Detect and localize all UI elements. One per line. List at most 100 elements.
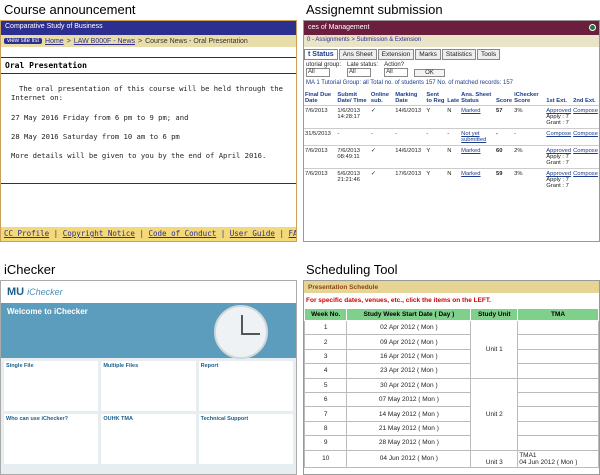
cell-late: N [446, 105, 461, 129]
table-row[interactable]: 9 28 May 2012 ( Mon ) [304, 435, 599, 451]
cell-week: 6 [304, 391, 348, 408]
table-row: 7/6/2013 1/6/2013 14:28:17 ✓ 14/6/2013 Y N Mar… [304, 105, 599, 129]
second-ext-link[interactable]: Compose [573, 148, 598, 154]
box-single-file[interactable]: Single File [4, 361, 99, 411]
footer-link-faqs[interactable]: FAQs [288, 229, 296, 238]
cell-start-date: 23 Apr 2012 ( Mon ) [346, 363, 472, 379]
table-row[interactable]: 5 30 Apr 2012 ( Mon ) Unit 2 [304, 377, 599, 451]
table-row: 7/6/2013 5/6/2013 21:21:46 ✓ 17/6/2013 Y N Mar… [304, 168, 599, 191]
table-row[interactable]: 3 16 Apr 2012 ( Mon ) [304, 348, 599, 365]
box-report[interactable]: Report [198, 361, 293, 411]
cell-ichecker-score: - [513, 128, 546, 146]
tutorial-group-select[interactable]: All [306, 68, 330, 77]
column-header: Study Unit [470, 308, 519, 321]
status-link[interactable]: Marked [461, 171, 480, 177]
column-header: Sent to Reg [426, 92, 445, 104]
box-who-can-use[interactable]: Who can use iChecker? [4, 414, 99, 464]
ichecker-logo-text: iChecker [27, 287, 63, 297]
second-ext-link[interactable]: Compose [573, 131, 598, 137]
table-row: 7/6/2013 7/6/2013 08:49:11 ✓ 14/6/2013 Y N Mar… [304, 145, 599, 169]
table-row[interactable]: 6 07 May 2012 ( Mon ) [304, 391, 599, 408]
cell-first-ext: Approved Apply : 7 Grant : 7 [545, 145, 573, 169]
cell-online-sub-icon: ✓ [369, 145, 395, 169]
section-title: Oral Presentation [1, 57, 296, 74]
tab-ans-sheet[interactable]: Ans Sheet [338, 49, 377, 60]
nav-news-link[interactable]: LAW B000F - News [74, 38, 135, 45]
cell-late: N [446, 168, 461, 191]
cell-sent-to-reg: Y [425, 168, 447, 191]
tab-tools[interactable]: Tools [476, 49, 501, 60]
column-header: Online sub. [370, 92, 389, 104]
cell-study-unit[interactable]: Unit 3 [470, 449, 519, 468]
status-link[interactable]: Marked [461, 148, 480, 154]
box-ouhk-tma[interactable]: OUHK TMA [101, 414, 196, 464]
tab-extension[interactable]: Extension [377, 49, 415, 60]
status-link[interactable]: Marked [461, 108, 480, 114]
cell-score: 60 [495, 145, 514, 169]
table-row[interactable]: 4 23 Apr 2012 ( Mon ) [304, 363, 599, 379]
footer-link-conduct[interactable]: Code of Conduct [149, 229, 217, 238]
second-ext-link[interactable]: Compose [573, 171, 598, 177]
paragraph-3: 28 May 2016 Saturday from 10 am to 6 pm [11, 132, 180, 142]
cell-status: Marked [460, 105, 496, 129]
tab-marks[interactable]: Marks [415, 49, 441, 60]
cell-tma: TMA1 04 Jun 2012 ( Mon ) [517, 449, 599, 468]
ichecker-header: MU iChecker [1, 281, 296, 303]
footer-link-cc-profile[interactable]: CC Profile [4, 229, 49, 238]
cell-first-ext: Approved Apply : 7 Grant : 7 [545, 168, 573, 191]
cell-score: - [495, 128, 514, 146]
nav-current: Course News - Oral Presentation [145, 37, 248, 45]
tab-statistics[interactable]: Statistics [441, 49, 476, 60]
cell-tma [517, 377, 599, 393]
scheduling-tool-title: Scheduling Tool [306, 262, 398, 277]
cell-start-date: 04 Jun 2012 ( Mon ) [346, 449, 472, 468]
cell-week: 2 [304, 334, 348, 350]
column-header: TMA [517, 308, 599, 321]
late-status-select[interactable]: All [347, 68, 372, 77]
ok-button[interactable]: OK [414, 69, 445, 77]
box-multiple-files[interactable]: Multiple Files [101, 361, 196, 411]
cell-status: Not yet submitted [460, 128, 496, 146]
cell-study-unit[interactable]: Unit 1 [470, 320, 519, 379]
second-ext-link[interactable]: Compose [573, 108, 598, 114]
table-row[interactable]: 2 09 Apr 2012 ( Mon ) [304, 334, 599, 350]
cell-study-unit[interactable]: Unit 2 [470, 377, 519, 451]
cell-submit-time: 1/6/2013 14:28:17 [336, 105, 370, 129]
cell-start-date: 21 May 2012 ( Mon ) [346, 420, 472, 437]
cell-week: 1 [304, 319, 348, 336]
status-link[interactable]: Not yet submitted [461, 131, 486, 143]
cell-week: 3 [304, 348, 348, 365]
assign-header: ces of Management [304, 21, 599, 35]
cell-week: 9 [304, 435, 348, 451]
column-header: Late [447, 98, 460, 104]
nav-home-link[interactable]: Home [45, 38, 64, 45]
cell-due-date: 7/6/2013 [304, 168, 337, 191]
tab-status[interactable]: t Status [304, 49, 338, 60]
box-technical-support[interactable]: Technical Support [198, 414, 293, 464]
table-row[interactable]: 1 02 Apr 2012 ( Mon ) Unit 1 [304, 319, 599, 379]
assign-breadcrumb[interactable]: 0 - Assignments > Submission & Extension [304, 35, 599, 47]
view-site-list-button[interactable]: view site list [4, 38, 43, 44]
assign-header-text: ces of Management [308, 24, 370, 31]
schedule-header: Presentation Schedule [304, 281, 599, 293]
column-header: Study Week Start Date ( Day ) [346, 308, 472, 321]
table-row: 31/5/2013- - - - - Not yet submitted - - Compose… [304, 128, 599, 146]
cell-start-date: 16 Apr 2012 ( Mon ) [346, 348, 472, 365]
first-ext-link[interactable]: Compose [546, 131, 571, 137]
cell-second-ext: Compose [572, 128, 599, 146]
table-row[interactable]: 7 14 May 2012 ( Mon ) [304, 406, 599, 422]
announcement-body: The oral presentation of this course wil… [1, 84, 296, 161]
cell-ichecker-score: 3% [513, 168, 546, 191]
ichecker-grid: Single File Multiple Files Report Who ca… [1, 358, 296, 467]
cell-second-ext: Compose [572, 145, 599, 169]
table-row[interactable]: 8 21 May 2012 ( Mon ) [304, 420, 599, 437]
assign-filters: utorial group: All Late status: All Action… [304, 60, 599, 79]
cell-submit-time: 7/6/2013 08:49:11 [336, 145, 370, 169]
footer-link-user-guide[interactable]: User Guide [230, 229, 275, 238]
column-header: Ans. Sheet Status [461, 92, 492, 104]
footer-link-copyright[interactable]: Copyright Notice [63, 229, 135, 238]
table-row[interactable]: 10 04 Jun 2012 ( Mon ) Unit 3 TMA1 04 Jun 20… [304, 449, 599, 468]
ichecker-banner: Welcome to iChecker [1, 303, 296, 359]
action-select[interactable]: All [384, 68, 409, 77]
cell-tma [517, 334, 599, 350]
